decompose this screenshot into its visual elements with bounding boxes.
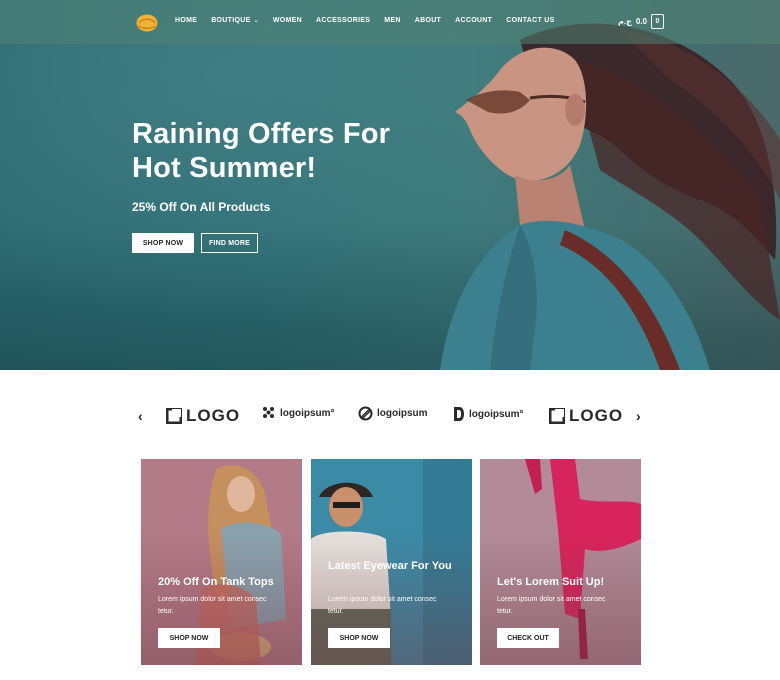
card-description: Lorem ipsum dolor sit amet consec tetur. (497, 594, 627, 618)
shop-now-button[interactable]: SHOP NOW (328, 628, 390, 648)
brand-name: logoipsum° (280, 407, 335, 419)
nav-item-about[interactable]: ABOUT (415, 17, 441, 24)
logo-block-icon (549, 408, 565, 424)
brand-name: LOGO (186, 406, 241, 425)
nav-item-boutique[interactable]: BOUTIQUE ⌄ (211, 17, 259, 24)
hero-banner: HOME BOUTIQUE ⌄ WOMEN ACCESSORIES MEN ABO… (0, 0, 780, 370)
logo-block-icon (166, 408, 182, 424)
chevron-down-icon: ⌄ (253, 18, 259, 24)
brand-logo-2[interactable]: logoipsum° (262, 406, 335, 420)
brand-logo-3[interactable]: logoipsum (358, 406, 428, 421)
cart-icon[interactable]: 0 (650, 14, 664, 29)
promo-card-suit-up[interactable]: Let's Lorem Suit Up! Lorem ipsum dolor s… (480, 459, 641, 665)
cart-price: 0.0 (635, 17, 647, 26)
card-title: Let's Lorem Suit Up! (497, 576, 605, 588)
brand-logo-5[interactable]: LOGO (549, 406, 623, 426)
check-out-button[interactable]: CHECK OUT (497, 628, 559, 648)
card-desc-line: Lorem ipsum dolor sit amet consec (328, 596, 437, 603)
brand-logo-4[interactable]: logoipsum° (453, 406, 524, 422)
promo-card-tank-tops[interactable]: 20% Off On Tank Tops Lorem ipsum dolor s… (141, 459, 302, 665)
chevron-left-icon[interactable]: ‹ (138, 408, 143, 424)
card-desc-line: tetur. (328, 608, 344, 615)
brand-logo-1[interactable]: LOGO (166, 406, 240, 426)
nav-item-label: BOUTIQUE (211, 17, 251, 24)
cart-widget[interactable]: ج.م 0.0 0 (618, 14, 664, 29)
card-description: Lorem ipsum dolor sit amet consec tetur. (328, 594, 458, 618)
brand-name: LOGO (569, 406, 624, 425)
cart-currency: ج.م (618, 17, 632, 26)
nav-item-accessories[interactable]: ACCESSORIES (316, 17, 370, 24)
hero-woman-image (440, 23, 780, 370)
card-description: Lorem ipsum dolor sit amet consec tetur. (158, 594, 288, 618)
find-more-button[interactable]: FIND MORE (201, 233, 258, 253)
hero-title: Raining Offers For Hot Summer! (132, 117, 432, 185)
logo-dots-icon (263, 407, 274, 418)
shop-now-button[interactable]: SHOP NOW (158, 628, 220, 648)
nav-item-women[interactable]: WOMEN (273, 17, 302, 24)
brand-name: logoipsum° (469, 408, 524, 420)
card-title: 20% Off On Tank Tops (158, 576, 274, 588)
card-desc-line: Lorem ipsum dolor sit amet consec (158, 596, 267, 603)
nav-item-men[interactable]: MEN (384, 17, 400, 24)
cart-count: 0 (655, 18, 660, 25)
nav-item-account[interactable]: ACCOUNT (455, 17, 492, 24)
main-navigation: HOME BOUTIQUE ⌄ WOMEN ACCESSORIES MEN ABO… (175, 17, 555, 24)
card-desc-line: tetur. (158, 608, 174, 615)
card-title: Latest Eyewear For You (328, 560, 452, 572)
logo-circle-icon (358, 406, 373, 421)
chevron-right-icon[interactable]: › (636, 408, 641, 424)
promo-card-eyewear[interactable]: Latest Eyewear For You Lorem ipsum dolor… (311, 459, 472, 665)
logo-d-icon (454, 407, 464, 421)
nav-item-home[interactable]: HOME (175, 17, 197, 24)
site-logo-icon[interactable] (136, 12, 158, 32)
nav-item-contact[interactable]: CONTACT US (506, 17, 554, 24)
card-desc-line: Lorem ipsum dolor sit amet consec (497, 596, 606, 603)
card-desc-line: tetur. (497, 608, 513, 615)
hero-subtitle: 25% Off On All Products (132, 200, 271, 214)
brand-carousel: ‹ LOGO logoipsum° logoipsum logoipsum° L… (0, 390, 780, 442)
hero-title-line1: Raining Offers For (132, 118, 391, 150)
hero-title-line2: Hot Summer! (132, 152, 317, 184)
shop-now-button[interactable]: SHOP NOW (132, 233, 194, 253)
brand-name: logoipsum (377, 408, 428, 419)
